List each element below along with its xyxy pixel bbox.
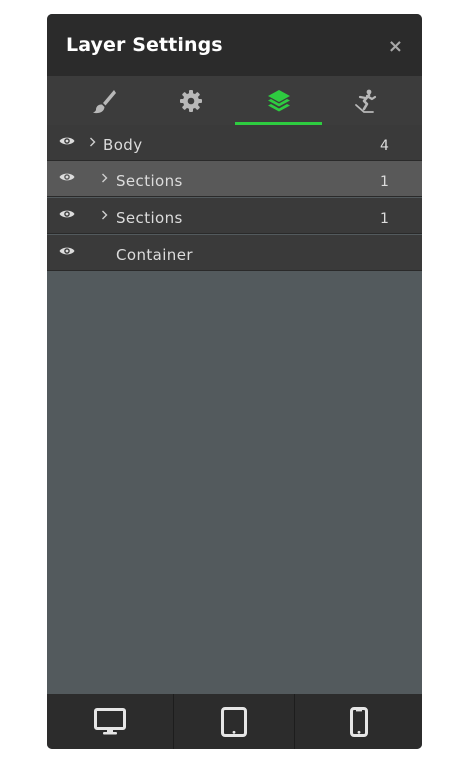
device-switcher [47,694,422,749]
tab-layers[interactable] [235,76,322,125]
layer-settings-panel: Layer Settings × Body 4 Sections 1 Secti… [47,14,422,749]
chevron-right-icon[interactable] [101,210,108,220]
layer-count: 1 [380,211,389,227]
close-button[interactable]: × [388,38,403,56]
eye-icon[interactable] [59,135,75,147]
panel-title: Layer Settings [66,34,223,56]
settings-tabs [47,76,422,125]
mobile-icon [349,706,368,737]
layer-count: 4 [380,138,389,154]
eye-icon[interactable] [59,245,75,257]
tab-animation[interactable] [324,76,407,125]
layers-icon [267,89,290,111]
eye-icon[interactable] [59,171,75,183]
mobile-view-button[interactable] [295,694,422,749]
tab-settings[interactable] [148,76,233,125]
layer-row-container[interactable]: Container [47,235,422,271]
layer-row-sections[interactable]: Sections 1 [47,161,422,197]
tablet-icon [221,706,247,737]
desktop-view-button[interactable] [47,694,173,749]
layer-label: Body [103,136,143,154]
layer-label: Sections [116,172,183,190]
brush-icon [92,89,116,113]
tab-style[interactable] [62,76,145,125]
layer-row-body[interactable]: Body 4 [47,125,422,161]
layer-count: 1 [380,174,389,190]
eye-icon[interactable] [59,208,75,220]
gear-icon [179,89,202,112]
chevron-right-icon[interactable] [89,137,96,147]
tablet-view-button[interactable] [174,694,294,749]
layer-row-sections[interactable]: Sections 1 [47,198,422,234]
skater-icon [354,89,376,113]
chevron-right-icon[interactable] [101,173,108,183]
layer-label: Sections [116,209,183,227]
layer-label: Container [116,246,193,264]
desktop-icon [94,707,126,734]
panel-header: Layer Settings × [47,14,422,76]
